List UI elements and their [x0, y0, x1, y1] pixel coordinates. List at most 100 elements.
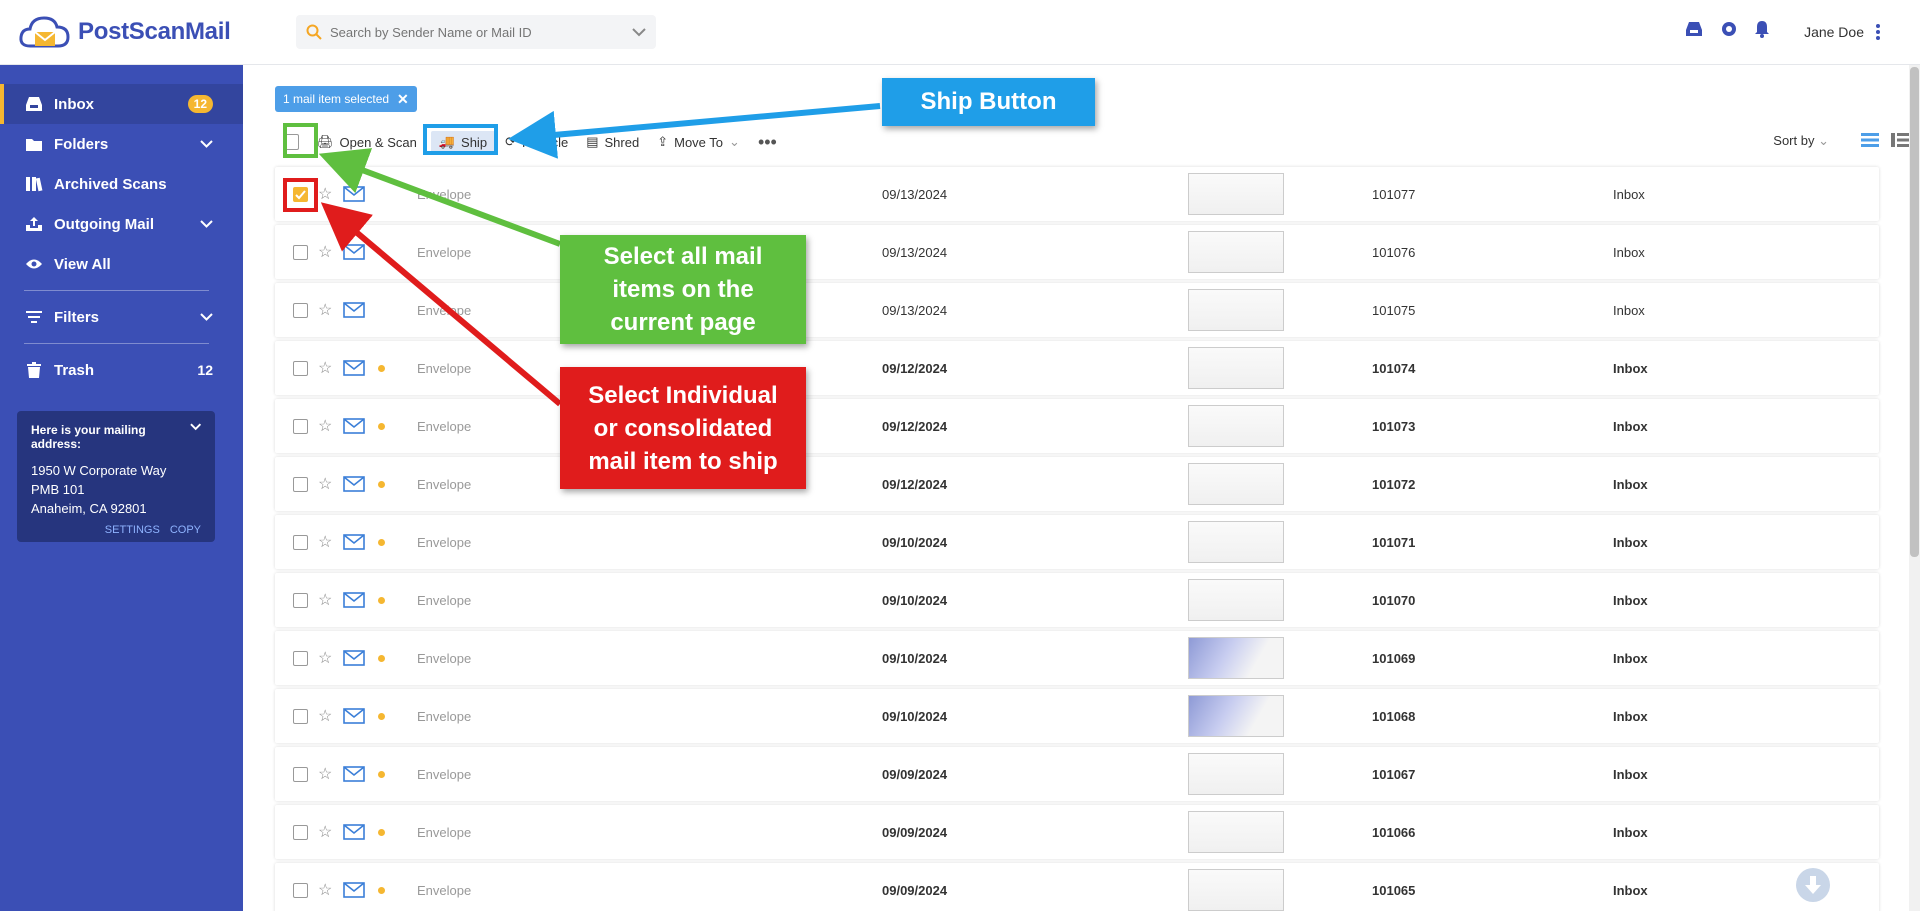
inbox-count-badge: 12: [187, 95, 213, 113]
star-icon[interactable]: ☆: [318, 416, 332, 436]
mail-thumbnail[interactable]: [1188, 231, 1284, 273]
chevron-down-icon[interactable]: [200, 313, 213, 321]
mail-thumbnail[interactable]: [1188, 521, 1284, 563]
move-to-button[interactable]: ⇪ Move To ⌄: [657, 134, 740, 150]
mail-id: 101072: [1372, 476, 1416, 492]
select-all-checkbox[interactable]: [283, 134, 299, 150]
mail-thumbnail[interactable]: [1188, 869, 1284, 911]
table-row[interactable]: ☆ Envelope 09/10/2024 101071 Inbox: [275, 515, 1879, 569]
shred-button[interactable]: ▤ Shred: [586, 134, 639, 150]
search-bar[interactable]: [296, 15, 656, 49]
mail-thumbnail[interactable]: [1188, 753, 1284, 795]
detail-view-icon[interactable]: [1891, 133, 1909, 147]
star-icon[interactable]: ☆: [318, 648, 332, 668]
more-options-button[interactable]: •••: [758, 132, 777, 153]
sidebar-item-label: Inbox: [54, 95, 94, 113]
shredder-icon: ▤: [586, 134, 599, 149]
star-icon[interactable]: ☆: [318, 184, 332, 204]
sidebar-item-archived-scans[interactable]: Archived Scans: [0, 164, 243, 204]
chevron-down-icon[interactable]: [200, 140, 213, 148]
envelope-icon: [343, 824, 365, 840]
row-checkbox[interactable]: [293, 650, 308, 666]
table-row[interactable]: ☆ Envelope 09/09/2024 101067 Inbox: [275, 747, 1879, 801]
table-row[interactable]: ☆ Envelope 09/10/2024 101070 Inbox: [275, 573, 1879, 627]
mail-thumbnail[interactable]: [1188, 173, 1284, 215]
table-row[interactable]: ☆ Envelope 09/13/2024 101077 Inbox: [275, 167, 1879, 221]
star-icon[interactable]: ☆: [318, 358, 332, 378]
star-icon[interactable]: ☆: [318, 590, 332, 610]
copy-link[interactable]: COPY: [170, 524, 201, 536]
star-icon[interactable]: ☆: [318, 764, 332, 784]
row-checkbox[interactable]: [293, 534, 308, 550]
star-icon[interactable]: ☆: [318, 706, 332, 726]
table-row[interactable]: ☆ Envelope 09/09/2024 101065 Inbox: [275, 863, 1879, 911]
scroll-down-button[interactable]: [1796, 868, 1830, 902]
star-icon[interactable]: ☆: [318, 880, 332, 900]
mail-date: 09/09/2024: [882, 824, 948, 840]
mail-type: Envelope: [417, 418, 472, 434]
envelope-icon: [343, 534, 365, 550]
table-row[interactable]: ☆ Envelope 09/12/2024 101074 Inbox: [275, 341, 1879, 395]
search-input[interactable]: [330, 24, 632, 40]
star-icon[interactable]: ☆: [318, 474, 332, 494]
list-view-icon[interactable]: [1861, 133, 1879, 147]
sidebar-item-view-all[interactable]: View All: [0, 244, 243, 284]
table-row[interactable]: ☆ Envelope 09/13/2024 101076 Inbox: [275, 225, 1879, 279]
mail-thumbnail[interactable]: [1188, 405, 1284, 447]
table-row[interactable]: ☆ Envelope 09/12/2024 101073 Inbox: [275, 399, 1879, 453]
mail-thumbnail[interactable]: [1188, 695, 1284, 737]
row-checkbox[interactable]: [293, 766, 308, 782]
mail-thumbnail[interactable]: [1188, 347, 1284, 389]
chevron-down-icon[interactable]: [200, 220, 213, 228]
sidebar-item-inbox[interactable]: Inbox 12: [0, 84, 243, 124]
gear-icon[interactable]: [1720, 20, 1738, 38]
sidebar-item-outgoing-mail[interactable]: Outgoing Mail: [0, 204, 243, 244]
row-checkbox[interactable]: [293, 708, 308, 724]
chevron-down-icon[interactable]: [189, 423, 201, 431]
row-checkbox[interactable]: [293, 244, 308, 260]
sidebar-item-trash[interactable]: Trash 12: [0, 350, 243, 390]
row-checkbox[interactable]: [293, 592, 308, 608]
star-icon[interactable]: ☆: [318, 822, 332, 842]
bell-icon[interactable]: [1754, 20, 1770, 38]
close-icon[interactable]: ✕: [397, 91, 409, 108]
logo[interactable]: PostScanMail: [18, 12, 231, 52]
row-checkbox[interactable]: [293, 476, 308, 492]
ship-button[interactable]: 🚚 Ship: [430, 131, 496, 153]
row-checkbox[interactable]: [293, 360, 308, 376]
table-row[interactable]: ☆ Envelope 09/12/2024 101072 Inbox: [275, 457, 1879, 511]
row-checkbox[interactable]: [293, 186, 308, 202]
table-row[interactable]: ☆ Envelope 09/10/2024 101068 Inbox: [275, 689, 1879, 743]
mail-thumbnail[interactable]: [1188, 463, 1284, 505]
selection-count: 1 mail item selected: [283, 92, 390, 106]
table-row[interactable]: ☆ Envelope 09/10/2024 101069 Inbox: [275, 631, 1879, 685]
mail-thumbnail[interactable]: [1188, 579, 1284, 621]
sort-by-dropdown[interactable]: Sort by ⌄: [1773, 133, 1829, 149]
chevron-down-icon[interactable]: [632, 27, 646, 37]
scrollbar-thumb[interactable]: [1910, 67, 1919, 557]
mail-thumbnail[interactable]: [1188, 289, 1284, 331]
table-row[interactable]: ☆ Envelope 09/13/2024 101075 Inbox: [275, 283, 1879, 337]
mail-thumbnail[interactable]: [1188, 637, 1284, 679]
sidebar-item-folders[interactable]: Folders: [0, 124, 243, 164]
star-icon[interactable]: ☆: [318, 300, 332, 320]
cloud-mail-logo-icon: [19, 16, 70, 48]
star-icon[interactable]: ☆: [318, 532, 332, 552]
sidebar-item-filters[interactable]: Filters: [0, 297, 243, 337]
envelope-icon: [343, 244, 365, 260]
table-row[interactable]: ☆ Envelope 09/09/2024 101066 Inbox: [275, 805, 1879, 859]
star-icon[interactable]: ☆: [318, 242, 332, 262]
row-checkbox[interactable]: [293, 418, 308, 434]
settings-link[interactable]: SETTINGS: [105, 524, 160, 536]
mail-id: 101076: [1372, 244, 1416, 260]
inbox-tray-icon[interactable]: [1684, 20, 1704, 38]
row-checkbox[interactable]: [293, 882, 308, 898]
kebab-menu-icon[interactable]: [1876, 24, 1880, 40]
user-menu[interactable]: Jane Doe: [1804, 24, 1880, 40]
recycle-button[interactable]: ⟳ Recycle: [505, 134, 568, 150]
mail-thumbnail[interactable]: [1188, 811, 1284, 853]
row-checkbox[interactable]: [293, 824, 308, 840]
row-checkbox[interactable]: [293, 302, 308, 318]
chevron-down-icon: ⌄: [1818, 133, 1829, 148]
open-scan-button[interactable]: 🖨 Open & Scan: [317, 134, 417, 150]
